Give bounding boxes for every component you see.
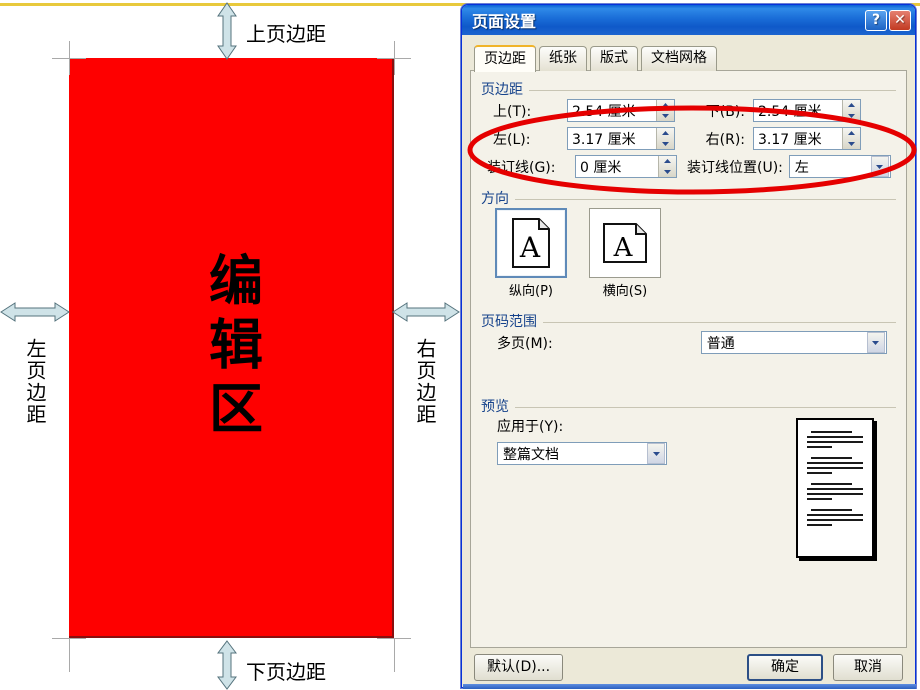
preview-group-title: 预览 — [481, 396, 515, 416]
apply-to-combo[interactable]: 整篇文档 — [497, 442, 667, 465]
spin-up-icon[interactable] — [843, 100, 860, 111]
help-button[interactable]: ? — [865, 9, 887, 31]
apply-to-value: 整篇文档 — [503, 446, 559, 463]
margin-row-top-bottom: 上(T): 2.54 厘米 下(B): 2.54 厘米 — [481, 99, 896, 122]
dialog-title: 页面设置 — [472, 12, 537, 31]
gutter-value: 0 厘米 — [580, 159, 622, 176]
multiple-pages-label: 多页(M): — [497, 335, 553, 352]
dialog-titlebar[interactable]: 页面设置 ? ✕ — [462, 5, 915, 35]
spin-down-icon[interactable] — [843, 111, 860, 122]
right-margin-value: 3.17 厘米 — [758, 131, 822, 148]
tab-panel-page-margins: 页边距 上(T): 2.54 厘米 下(B): 2.54 厘米 左(L): 3.… — [470, 70, 907, 648]
multiple-pages-row: 多页(M): 普通 — [481, 331, 896, 354]
orientation-portrait[interactable]: A 纵向(P) — [495, 208, 567, 299]
spin-up-icon[interactable] — [657, 128, 674, 139]
margins-group-rule — [481, 90, 896, 91]
gutter-spinner[interactable]: 0 厘米 — [575, 155, 677, 178]
bottom-margin-spinner[interactable]: 2.54 厘米 — [753, 99, 861, 122]
page-range-group-rule — [481, 322, 896, 323]
left-margin-spin-buttons[interactable] — [656, 128, 674, 149]
crop-mark-tr-v — [394, 41, 395, 75]
margins-group-title: 页边距 — [481, 79, 529, 99]
page-range-group-title: 页码范围 — [481, 311, 543, 331]
chevron-down-icon[interactable] — [866, 332, 885, 353]
left-margin-label: 左页边距 — [23, 338, 47, 426]
top-margin-arrow-icon — [216, 2, 238, 60]
landscape-label: 横向(S) — [602, 284, 648, 299]
right-margin-spin-buttons[interactable] — [842, 128, 860, 149]
preview-group: 预览 应用于(Y): 整篇文档 — [481, 396, 896, 558]
top-margin-label: 上页边距 — [246, 22, 326, 46]
top-margin-spin-buttons[interactable] — [656, 100, 674, 121]
bottom-margin-value: 2.54 厘米 — [758, 103, 822, 120]
margin-row-gutter: 装订线(G): 0 厘米 装订线位置(U): 左 — [481, 155, 896, 178]
svg-text:A: A — [613, 233, 634, 263]
orientation-options: A 纵向(P) A 横向(S) — [481, 208, 896, 299]
preview-page-thumbnail — [796, 418, 874, 558]
close-icon[interactable]: ✕ — [889, 9, 911, 31]
tab-paper[interactable]: 纸张 — [539, 45, 587, 71]
chevron-down-icon[interactable] — [647, 443, 665, 464]
orientation-group: 方向 A 纵向(P) A 横向(S) — [481, 188, 896, 299]
tab-layout[interactable]: 版式 — [590, 45, 638, 71]
crop-mark-bl-v — [69, 638, 70, 672]
spin-down-icon[interactable] — [843, 139, 860, 150]
dialog-status-strip — [463, 684, 916, 689]
dialog-body: 页边距 纸张 版式 文档网格 页边距 上(T): 2.54 厘米 下(B): 2… — [462, 35, 916, 689]
bottom-margin-spin-buttons[interactable] — [842, 100, 860, 121]
margin-row-left-right: 左(L): 3.17 厘米 右(R): 3.17 厘米 — [481, 127, 896, 150]
svg-text:A: A — [519, 231, 541, 264]
bottom-margin-field-label: 下(B): — [705, 103, 745, 120]
gutter-position-value: 左 — [794, 159, 809, 176]
page-setup-dialog: 页面设置 ? ✕ 页边距 纸张 版式 文档网格 页边距 上(T): 2.54 厘… — [461, 4, 916, 689]
portrait-icon[interactable]: A — [495, 208, 567, 278]
top-margin-field-label: 上(T): — [493, 103, 532, 120]
tab-document-grid[interactable]: 文档网格 — [641, 45, 717, 71]
left-margin-spinner[interactable]: 3.17 厘米 — [567, 127, 675, 150]
bottom-margin-label: 下页边距 — [246, 660, 326, 684]
page-range-group: 页码范围 多页(M): 普通 — [481, 311, 896, 354]
page-margin-illustration: 编辑区 上页边距 下页边距 左页边距 右页边距 — [0, 0, 460, 690]
spin-down-icon[interactable] — [657, 139, 674, 150]
tab-bar: 页边距 纸张 版式 文档网格 — [470, 41, 907, 72]
right-margin-field-label: 右(R): — [705, 131, 745, 148]
spin-down-icon[interactable] — [659, 167, 676, 178]
crop-mark-br-v — [394, 638, 395, 672]
landscape-icon[interactable]: A — [589, 208, 661, 278]
default-button[interactable]: 默认(D)... — [474, 654, 564, 681]
spin-up-icon[interactable] — [659, 156, 676, 167]
right-margin-label: 右页边距 — [413, 338, 437, 426]
edit-area-label: 编辑区 — [199, 252, 264, 444]
spin-down-icon[interactable] — [657, 111, 674, 122]
left-margin-field-label: 左(L): — [493, 131, 531, 148]
gutter-spin-buttons[interactable] — [658, 156, 676, 177]
left-margin-arrow-icon — [0, 300, 70, 324]
left-margin-value: 3.17 厘米 — [572, 131, 636, 148]
top-margin-spinner[interactable]: 2.54 厘米 — [567, 99, 675, 122]
cancel-button[interactable]: 取消 — [833, 654, 903, 681]
gutter-position-label: 装订线位置(U): — [687, 159, 783, 176]
gutter-position-combo[interactable]: 左 — [788, 155, 891, 178]
margins-group: 页边距 上(T): 2.54 厘米 下(B): 2.54 厘米 左(L): 3.… — [481, 79, 896, 178]
crop-mark-tl-v — [69, 41, 70, 75]
orientation-landscape[interactable]: A 横向(S) — [589, 208, 661, 299]
tab-page-margins[interactable]: 页边距 — [474, 44, 536, 72]
right-margin-arrow-icon — [392, 300, 460, 324]
multiple-pages-value: 普通 — [706, 335, 735, 352]
orientation-group-title: 方向 — [481, 188, 515, 208]
bottom-margin-arrow-icon — [216, 640, 238, 690]
top-margin-value: 2.54 厘米 — [572, 103, 636, 120]
chevron-down-icon[interactable] — [870, 156, 889, 177]
multiple-pages-combo[interactable]: 普通 — [700, 331, 887, 354]
orientation-group-rule — [481, 199, 896, 200]
spin-up-icon[interactable] — [843, 128, 860, 139]
portrait-label: 纵向(P) — [509, 284, 553, 299]
gutter-field-label: 装订线(G): — [487, 159, 556, 176]
screenshot-root: 编辑区 上页边距 下页边距 左页边距 右页边距 页面设置 ? ✕ 页边距 纸张 … — [0, 0, 920, 690]
ok-button[interactable]: 确定 — [747, 654, 823, 681]
dialog-footer: 默认(D)... 确定 取消 — [462, 654, 915, 681]
spin-up-icon[interactable] — [657, 100, 674, 111]
preview-group-rule — [481, 407, 896, 408]
right-margin-spinner[interactable]: 3.17 厘米 — [753, 127, 861, 150]
